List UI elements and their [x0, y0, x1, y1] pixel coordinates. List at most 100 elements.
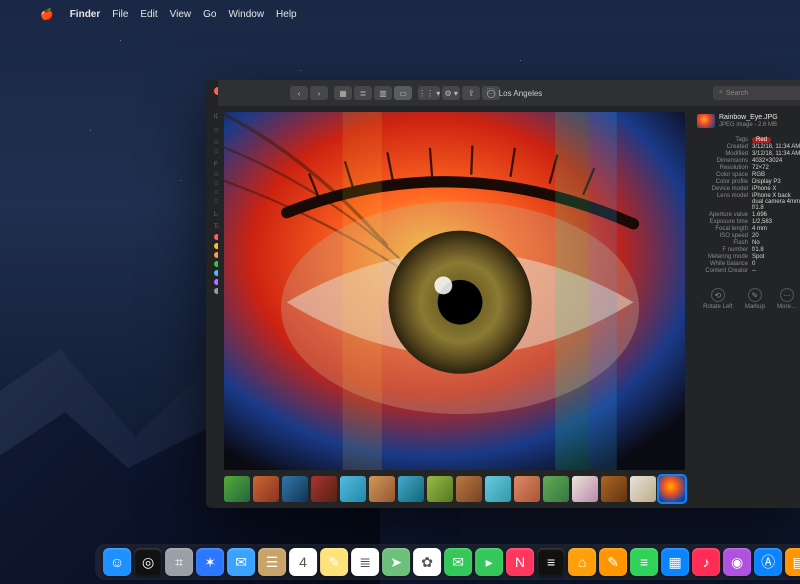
sidebar-item[interactable]: ◌Documents [212, 147, 216, 156]
thumbnail[interactable] [369, 476, 395, 502]
menu-window[interactable]: Window [228, 9, 264, 20]
dock-app-messages[interactable]: ✉ [444, 548, 472, 576]
view-list-button[interactable]: ≣ [354, 86, 372, 100]
thumbnail[interactable] [514, 476, 540, 502]
dock-app-pages[interactable]: ✎ [599, 548, 627, 576]
tag-chip[interactable]: Red [752, 137, 771, 143]
sidebar-item[interactable]: School [212, 259, 216, 268]
dock-app-numbers[interactable]: ≡ [630, 548, 658, 576]
forward-button[interactable]: › [310, 86, 328, 100]
sidebar-item[interactable]: ◌AirDrop [212, 170, 216, 179]
metadata-row: Exposure time1/2,583 [697, 218, 800, 225]
menu-edit[interactable]: Edit [140, 9, 157, 20]
dock-app-app-store[interactable]: Ⓐ [754, 548, 782, 576]
metadata-row: Device modeliPhone X [697, 185, 800, 192]
metadata-value: No [752, 240, 800, 246]
quick-action-button[interactable]: ⋯More… [777, 288, 797, 310]
metadata-value: iPhone X back dual camera 4mm f/1.8 [752, 193, 800, 211]
share-button[interactable]: ⇪ [462, 86, 480, 100]
dock-app-facetime[interactable]: ▸ [475, 548, 503, 576]
dock-app-keynote[interactable]: ▦ [661, 548, 689, 576]
metadata-value: Display P3 [752, 179, 800, 185]
menu-view[interactable]: View [170, 9, 192, 20]
dock-app-finder[interactable]: ☺ [103, 548, 131, 576]
view-icons-button[interactable]: ▦ [334, 86, 352, 100]
metadata-key: Color space [697, 172, 748, 178]
thumbnail[interactable] [282, 476, 308, 502]
thumbnail[interactable] [543, 476, 569, 502]
metadata-key: Resolution [697, 165, 748, 171]
sidebar-item[interactable]: ◌Desktop [212, 138, 216, 147]
thumbnail[interactable] [253, 476, 279, 502]
thumbnail[interactable] [659, 476, 685, 502]
metadata-row: Color profileDisplay P3 [697, 178, 800, 185]
dock-app-notes[interactable]: ✎ [320, 548, 348, 576]
dock-app-contacts[interactable]: ☰ [258, 548, 286, 576]
sidebar-item[interactable]: Home [212, 241, 216, 250]
thumbnail[interactable] [311, 476, 337, 502]
metadata-value: 3/12/18, 11:34 AM [752, 151, 800, 157]
menu-file[interactable]: File [112, 9, 128, 20]
quick-action-button[interactable]: ⟲Rotate Left [703, 288, 732, 310]
dock-app-mail[interactable]: ✉ [227, 548, 255, 576]
thumbnail[interactable] [601, 476, 627, 502]
dock-app-reminders[interactable]: ≣ [351, 548, 379, 576]
dock-app-siri[interactable]: ◎ [134, 548, 162, 576]
metadata-value: f/1.8 [752, 247, 800, 253]
metadata-value: Spot [752, 254, 800, 260]
sidebar-item[interactable]: ◌Recents [212, 179, 216, 188]
dock-app-news[interactable]: N [506, 548, 534, 576]
dock-app-podcasts[interactable]: ◉ [723, 548, 751, 576]
metadata-row: Metering mode Spot [697, 253, 800, 260]
menubar-app-name[interactable]: Finder [70, 9, 101, 20]
metadata-row: Focal length4 mm [697, 225, 800, 232]
sidebar-item[interactable]: ◌iCloud Drive [212, 122, 216, 138]
metadata-key: ISO speed [697, 233, 748, 239]
menu-help[interactable]: Help [276, 9, 297, 20]
apple-menu[interactable]: 🍎 [40, 8, 54, 21]
metadata-row: Created3/12/18, 11:34 AM [697, 143, 800, 150]
dock-app-books[interactable]: ▤ [785, 548, 800, 576]
metadata-row: Dimensions4032×3024 [697, 157, 800, 164]
quick-action-button[interactable]: ✎Markup [745, 288, 765, 310]
back-button[interactable]: ‹ [290, 86, 308, 100]
action-button[interactable]: ⚙ ▾ [442, 86, 460, 100]
sidebar-item[interactable]: Important [212, 250, 216, 259]
dock-app-safari[interactable]: ✶ [196, 548, 224, 576]
dock-app-stocks[interactable]: ≡ [537, 548, 565, 576]
thumbnail[interactable] [572, 476, 598, 502]
view-columns-button[interactable]: ▥ [374, 86, 392, 100]
metadata-key: White balance [697, 261, 748, 267]
search-icon: ⌕ [719, 89, 723, 97]
menu-go[interactable]: Go [203, 9, 216, 20]
view-gallery-button[interactable]: ▭ [394, 86, 412, 100]
thumbnail[interactable] [485, 476, 511, 502]
thumbnail[interactable] [398, 476, 424, 502]
dock-app-maps[interactable]: ➤ [382, 548, 410, 576]
arrange-button[interactable]: ⋮⋮ ▾ [418, 86, 440, 100]
metadata-key: Exposure time [697, 219, 748, 225]
sidebar-item[interactable]: Family [212, 286, 216, 295]
dock: ☺◎⌗✶✉☰4✎≣➤✿✉▸N≡⌂✎≡▦♪◉Ⓐ▤ [95, 544, 800, 580]
dock-app-itunes[interactable]: ♪ [692, 548, 720, 576]
thumbnail[interactable] [427, 476, 453, 502]
toolbar: ‹ › ▦ ≣ ▥ ▭ ⋮⋮ ▾ ⚙ ▾ ⇪ ◯ [218, 80, 800, 106]
gallery-preview-image[interactable] [224, 112, 685, 470]
sidebar-item[interactable]: Work [212, 232, 216, 241]
dock-app-home[interactable]: ⌂ [568, 548, 596, 576]
sidebar-item[interactable]: ◌Applications [212, 188, 216, 197]
sidebar-item[interactable]: Music [212, 268, 216, 277]
thumbnail[interactable] [456, 476, 482, 502]
dock-app-calendar[interactable]: 4 [289, 548, 317, 576]
thumbnail[interactable] [630, 476, 656, 502]
sidebar-item[interactable]: ◌Downloads [212, 197, 216, 206]
thumbnail[interactable] [224, 476, 250, 502]
metadata-key: Metering mode [697, 254, 748, 260]
metadata-row: Content Creator-- [697, 267, 800, 274]
menubar: 🍎 Finder File Edit View Go Window Help [40, 8, 297, 21]
search-input[interactable]: ⌕ Search [713, 86, 800, 100]
dock-app-photos[interactable]: ✿ [413, 548, 441, 576]
sidebar-item[interactable]: Travel [212, 277, 216, 286]
thumbnail[interactable] [340, 476, 366, 502]
dock-app-launchpad[interactable]: ⌗ [165, 548, 193, 576]
